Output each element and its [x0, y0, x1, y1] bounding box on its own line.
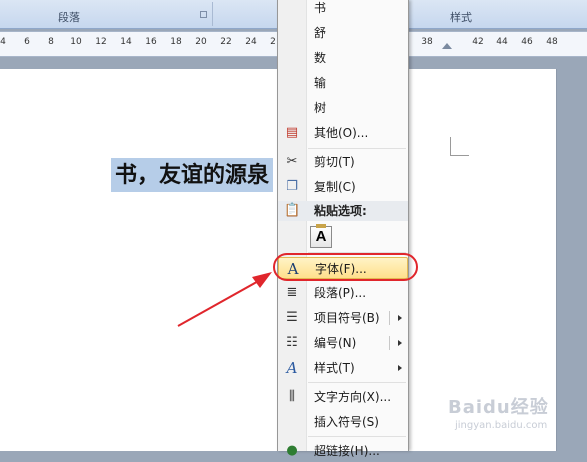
menu-separator [308, 382, 406, 383]
menu-item-hyperlink[interactable]: ● 超链接(H)... [278, 440, 408, 462]
ruler-tick: 12 [95, 37, 107, 47]
menu-item-cut[interactable]: ✂ 剪切(T) [278, 151, 408, 173]
group-divider [212, 2, 213, 26]
submenu-arrow-icon[interactable] [398, 340, 402, 346]
paragraph-group-label: 段落 [58, 11, 80, 24]
submenu-arrow-icon[interactable] [398, 365, 402, 371]
styles-group-label: 样式 [450, 11, 472, 24]
paste-keep-text-button[interactable]: A [310, 224, 332, 248]
scissors-icon: ✂ [286, 154, 298, 169]
menu-candidate-2[interactable]: 舒 [278, 22, 408, 44]
styles-icon: A [286, 359, 298, 377]
menu-candidate-3[interactable]: 数 [278, 47, 408, 69]
other-list-icon: ▤ [285, 125, 299, 140]
ruler-tick: 18 [170, 37, 182, 47]
menu-item-styles[interactable]: A 样式(T) [278, 357, 408, 379]
ruler-tick: 22 [220, 37, 232, 47]
menu-item-copy[interactable]: ❐ 复制(C) [278, 176, 408, 198]
menu-item-bullets[interactable]: ☰ 项目符号(B) [278, 307, 408, 329]
baidu-watermark-url: jingyan.baidu.com [455, 420, 548, 431]
menu-item-text-direction[interactable]: ⫼ 文字方向(X)... [278, 386, 408, 408]
globe-link-icon: ● [286, 443, 298, 458]
menu-candidate-4[interactable]: 输 [278, 72, 408, 94]
ruler-tick: 44 [496, 37, 508, 47]
selected-document-text[interactable]: 书，友谊的源泉 [111, 158, 274, 192]
ruler-tick: 48 [546, 37, 558, 47]
ruler-tick: 6 [24, 37, 30, 47]
menu-candidate-5[interactable]: 树 [278, 97, 408, 119]
ruler-tick: 46 [521, 37, 533, 47]
ruler-tick: 8 [48, 37, 54, 47]
submenu-divider [389, 336, 390, 350]
ruler-tick: 4 [0, 37, 6, 47]
paragraph-icon: ≣ [286, 285, 298, 300]
menu-item-other[interactable]: ▤ 其他(O)... [278, 122, 408, 144]
baidu-watermark: Baidu经验 [448, 397, 549, 418]
context-menu: 书 舒 数 输 树 ▤ 其他(O)... ✂ 剪切(T) ❐ 复制(C) 📋 粘… [277, 0, 409, 458]
ruler-tick: 20 [195, 37, 207, 47]
menu-item-paragraph[interactable]: ≣ 段落(P)... [278, 282, 408, 304]
ruler-tick: 14 [120, 37, 132, 47]
menu-item-insert-symbol[interactable]: 插入符号(S) [278, 411, 408, 433]
numbered-list-icon: ☷ [286, 335, 298, 350]
ruler-tick: 10 [70, 37, 82, 47]
copy-icon: ❐ [286, 179, 298, 194]
ruler-tick: 16 [145, 37, 157, 47]
menu-candidate-1[interactable]: 书 [278, 0, 408, 19]
paste-options-header: 📋 粘贴选项: [278, 201, 408, 221]
bullet-list-icon: ☰ [286, 310, 298, 325]
right-indent-marker[interactable] [442, 43, 452, 49]
paragraph-dialog-launcher-icon[interactable] [200, 11, 207, 18]
margin-corner-mark [450, 137, 469, 156]
ruler-tick: 24 [245, 37, 257, 47]
ruler-tick: 38 [421, 37, 433, 47]
annotation-highlight-ring [273, 253, 418, 281]
ruler-tick: 42 [472, 37, 484, 47]
submenu-divider [389, 311, 390, 325]
menu-separator [308, 148, 406, 149]
menu-item-numbering[interactable]: ☷ 编号(N) [278, 332, 408, 354]
submenu-arrow-icon[interactable] [398, 315, 402, 321]
text-direction-icon: ⫼ [289, 389, 295, 404]
clipboard-icon: 📋 [284, 203, 301, 218]
menu-separator [308, 436, 406, 437]
